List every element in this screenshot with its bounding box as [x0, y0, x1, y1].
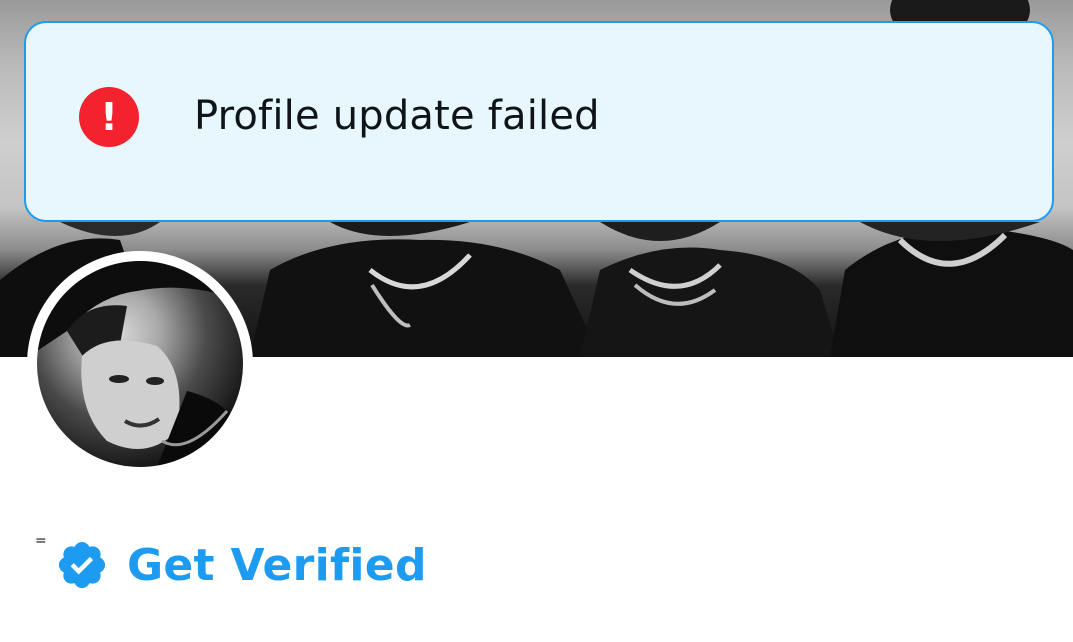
get-verified-label: Get Verified [127, 539, 427, 591]
avatar-photo [37, 261, 243, 467]
verified-badge-icon [58, 541, 106, 589]
avatar-photo-illustration [37, 261, 243, 467]
error-toast[interactable]: ! Profile update failed [24, 21, 1054, 222]
profile-avatar[interactable] [27, 251, 253, 477]
display-name-marker: = [35, 533, 47, 549]
error-exclamation-icon: ! [79, 87, 139, 147]
toast-message: Profile update failed [194, 93, 600, 139]
get-verified-button[interactable]: Get Verified [55, 536, 427, 594]
profile-page: ! Profile update failed = Get Verified [0, 0, 1073, 642]
